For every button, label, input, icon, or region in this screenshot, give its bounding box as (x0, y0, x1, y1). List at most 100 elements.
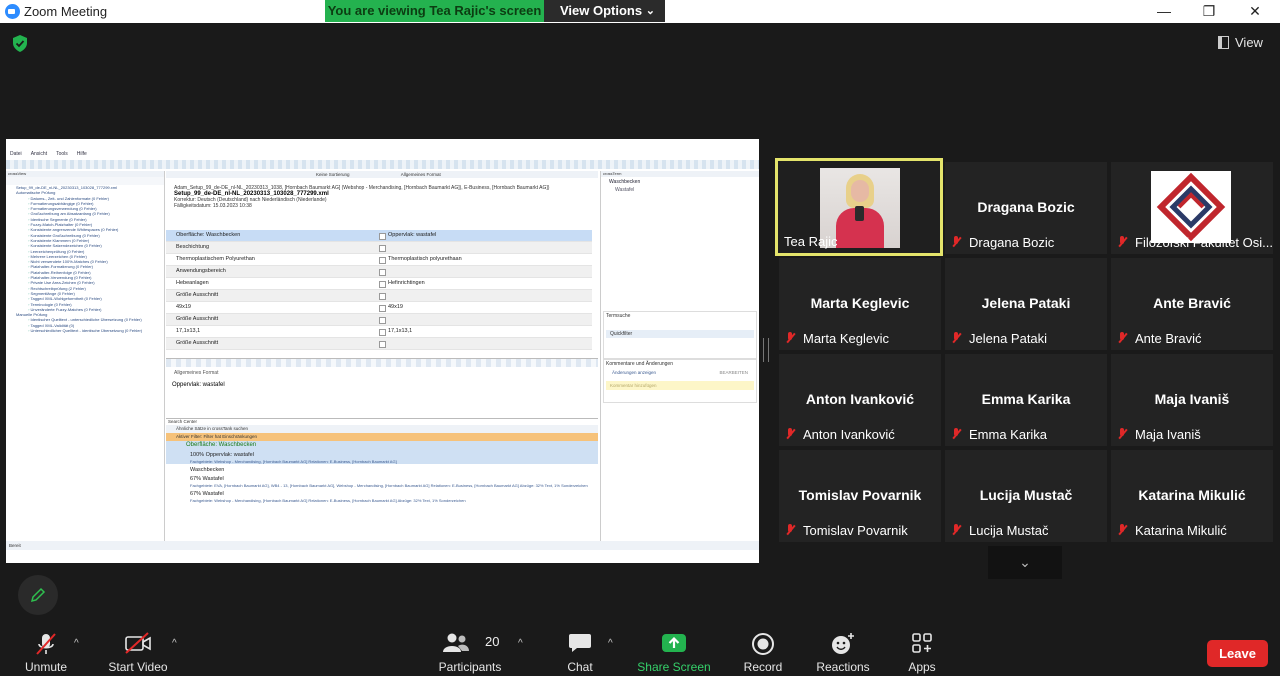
participants-button[interactable]: 20 Participants (436, 626, 504, 676)
start-video-label: Start Video (108, 660, 168, 674)
muted-mic-icon (36, 633, 56, 655)
sort-dropdown[interactable]: Keine Sortierung (316, 172, 350, 177)
participant-tile[interactable]: Ante Bravić Ante Bravić (1111, 258, 1273, 350)
segment-source: Oberfläche: Waschbecken (176, 232, 241, 238)
segment-status-icon (379, 257, 386, 264)
segment-row[interactable]: Größe Ausschnitt (166, 290, 592, 302)
tree-item[interactable]: Unterschiedlicher Quelltext - identische… (6, 328, 164, 333)
participant-tile[interactable]: Dragana Bozic Dragana Bozic (945, 162, 1107, 254)
segment-source: Hebeanlagen (176, 280, 209, 286)
participant-tile[interactable]: Marta Keglevic Marta Keglevic (779, 258, 941, 350)
maximize-button[interactable]: ❐ (1186, 1, 1232, 21)
editor-text[interactable]: Oppervlak: wastafel (166, 379, 598, 391)
gallery-next-page-button[interactable]: ⌄ (988, 546, 1062, 579)
participant-tile[interactable]: Katarina Mikulić Katarina Mikulić (1111, 450, 1273, 542)
share-screen-icon (662, 634, 686, 652)
search-hit[interactable]: 100% Oppervlak: wastafel Fachgebiete: We… (166, 449, 598, 464)
close-button[interactable]: ✕ (1232, 1, 1278, 21)
view-button[interactable]: View (1218, 33, 1270, 53)
reactions-button[interactable]: Reactions (814, 626, 872, 676)
share-screen-button[interactable]: Share Screen (636, 626, 712, 676)
search-bar[interactable]: Ähnliche Sätze in crossTank suchen (166, 425, 598, 433)
segment-status-icon (379, 233, 386, 240)
annotate-button[interactable] (18, 575, 58, 615)
segment-row[interactable]: Oberfläche: Waschbecken Oppervlak: wastaf… (166, 230, 592, 242)
comment-input[interactable]: Kommentar hinzufügen (606, 381, 754, 390)
participant-name-label: Anton Ivanković (785, 427, 895, 442)
participant-tile[interactable]: Emma Karika Emma Karika (945, 354, 1107, 446)
chat-options-caret[interactable]: ^ (608, 638, 613, 649)
tree-item[interactable]: Identischer Quelltext - unterschiedliche… (6, 317, 164, 322)
segment-target: Thermoplastisch polyurethaan (388, 256, 462, 262)
participants-options-caret[interactable]: ^ (518, 638, 523, 649)
leave-button[interactable]: Leave (1207, 640, 1268, 667)
search-hit[interactable]: 67% Wastafel Fachgebiete: Webshop - Merc… (166, 488, 598, 503)
shared-screen[interactable]: Datei Ansicht Tools Hilfe crossView Setup_9… (6, 139, 759, 563)
participant-tile[interactable]: Lucija Mustač Lucija Mustač (945, 450, 1107, 542)
participant-tile[interactable]: Anton Ivanković Anton Ivanković (779, 354, 941, 446)
participant-tile[interactable]: Tea Rajic (775, 158, 943, 256)
video-phone (855, 206, 864, 221)
start-video-button[interactable]: Start Video (105, 626, 171, 676)
search-hit[interactable]: Waschbecken (166, 464, 598, 473)
search-hit[interactable]: 67% Wastafel Fachgebiete: EVA, [Hornbach… (166, 473, 598, 488)
menu-hilfe[interactable]: Hilfe (77, 151, 87, 157)
participant-name-label: Filozofski Fakultet Osi... (1117, 235, 1273, 250)
format-dropdown[interactable]: Allgemeines Format (401, 172, 441, 177)
participant-tile[interactable]: Maja Ivaniš Maja Ivaniš (1111, 354, 1273, 446)
video-options-caret[interactable]: ^ (172, 638, 177, 649)
segment-row[interactable]: Anwendungsbereich (166, 266, 592, 278)
menu-ansicht[interactable]: Ansicht (31, 151, 47, 157)
muted-mic-icon (785, 428, 795, 440)
audio-options-caret[interactable]: ^ (74, 638, 79, 649)
title-bar: Zoom Meeting You are viewing Tea Rajic's… (0, 0, 1280, 23)
muted-mic-icon (1117, 428, 1127, 440)
segment-source: Größe Ausschnitt (176, 292, 219, 298)
segment-source: Größe Ausschnitt (176, 340, 219, 346)
segment-row[interactable]: 17,1x13,1 17,1x13,1 (166, 326, 592, 338)
view-button-label: View (1235, 35, 1263, 50)
participant-name: Maja Ivaniš (1135, 427, 1201, 442)
segment-row[interactable]: Thermoplastischem Polyurethan Thermoplast… (166, 254, 592, 266)
comments-title: Kommentare und Änderungen (606, 361, 673, 367)
menu-datei[interactable]: Datei (10, 151, 22, 157)
record-button[interactable]: Record (740, 626, 786, 676)
target-editor[interactable]: Allgemeines Format Oppervlak: wastafel (166, 358, 598, 415)
segment-status-icon (379, 341, 386, 348)
participant-name: Jelena Pataki (969, 331, 1048, 346)
segment-row[interactable]: Beschichtung (166, 242, 592, 254)
participants-count: 20 (485, 634, 500, 649)
term-entry[interactable]: Wastafel (601, 187, 759, 193)
segment-row[interactable]: Größe Ausschnitt (166, 338, 592, 350)
segment-source: Beschichtung (176, 244, 210, 250)
participant-name-label: Emma Karika (951, 427, 1047, 442)
term-entry[interactable]: Waschbecken (601, 177, 759, 187)
menu-tools[interactable]: Tools (56, 151, 68, 157)
participant-name: Dragana Bozic (969, 235, 1055, 250)
segment-row[interactable]: Größe Ausschnitt (166, 314, 592, 326)
segment-status-icon (379, 317, 386, 324)
segment-row[interactable]: Hebeanlagen Hefinrichtingen (166, 278, 592, 290)
split-handle[interactable] (763, 338, 769, 362)
participant-tile[interactable]: Jelena Pataki Jelena Pataki (945, 258, 1107, 350)
participant-tile[interactable]: Tomislav Povarnik Tomislav Povarnik (779, 450, 941, 542)
segment-row[interactable]: 49x19 49x19 (166, 302, 592, 314)
hit-meta: Fachgebiete: EVA, [Hornbach Baumarkt AG]… (190, 483, 588, 488)
quickfilter-field[interactable]: Quickfilter (606, 330, 754, 338)
minimize-button[interactable]: — (1141, 1, 1187, 21)
participant-tile[interactable]: Filozofski Fakultet Osi... (1111, 162, 1273, 254)
hit-text: Wastafel (202, 491, 224, 497)
participant-name-label: Tea Rajic (784, 234, 837, 249)
segment-status-icon (379, 329, 386, 336)
participant-name-label: Marta Keglevic (785, 331, 889, 346)
segment-source: 49x19 (176, 304, 191, 310)
changes-toggle[interactable]: Änderungen anzeigen (612, 370, 656, 375)
unmute-button[interactable]: Unmute (20, 626, 72, 676)
participant-name-label: Ante Bravić (1117, 331, 1201, 346)
edit-label[interactable]: BEARBEITEN (719, 370, 748, 375)
view-options-button[interactable]: View Options ⌄ (544, 0, 665, 22)
apps-button[interactable]: Apps (902, 626, 942, 676)
active-filter[interactable]: Aktiver Filter: Filter hat Einschränkung… (166, 433, 598, 441)
security-shield-icon[interactable] (12, 35, 28, 52)
chat-button[interactable]: Chat (560, 626, 600, 676)
